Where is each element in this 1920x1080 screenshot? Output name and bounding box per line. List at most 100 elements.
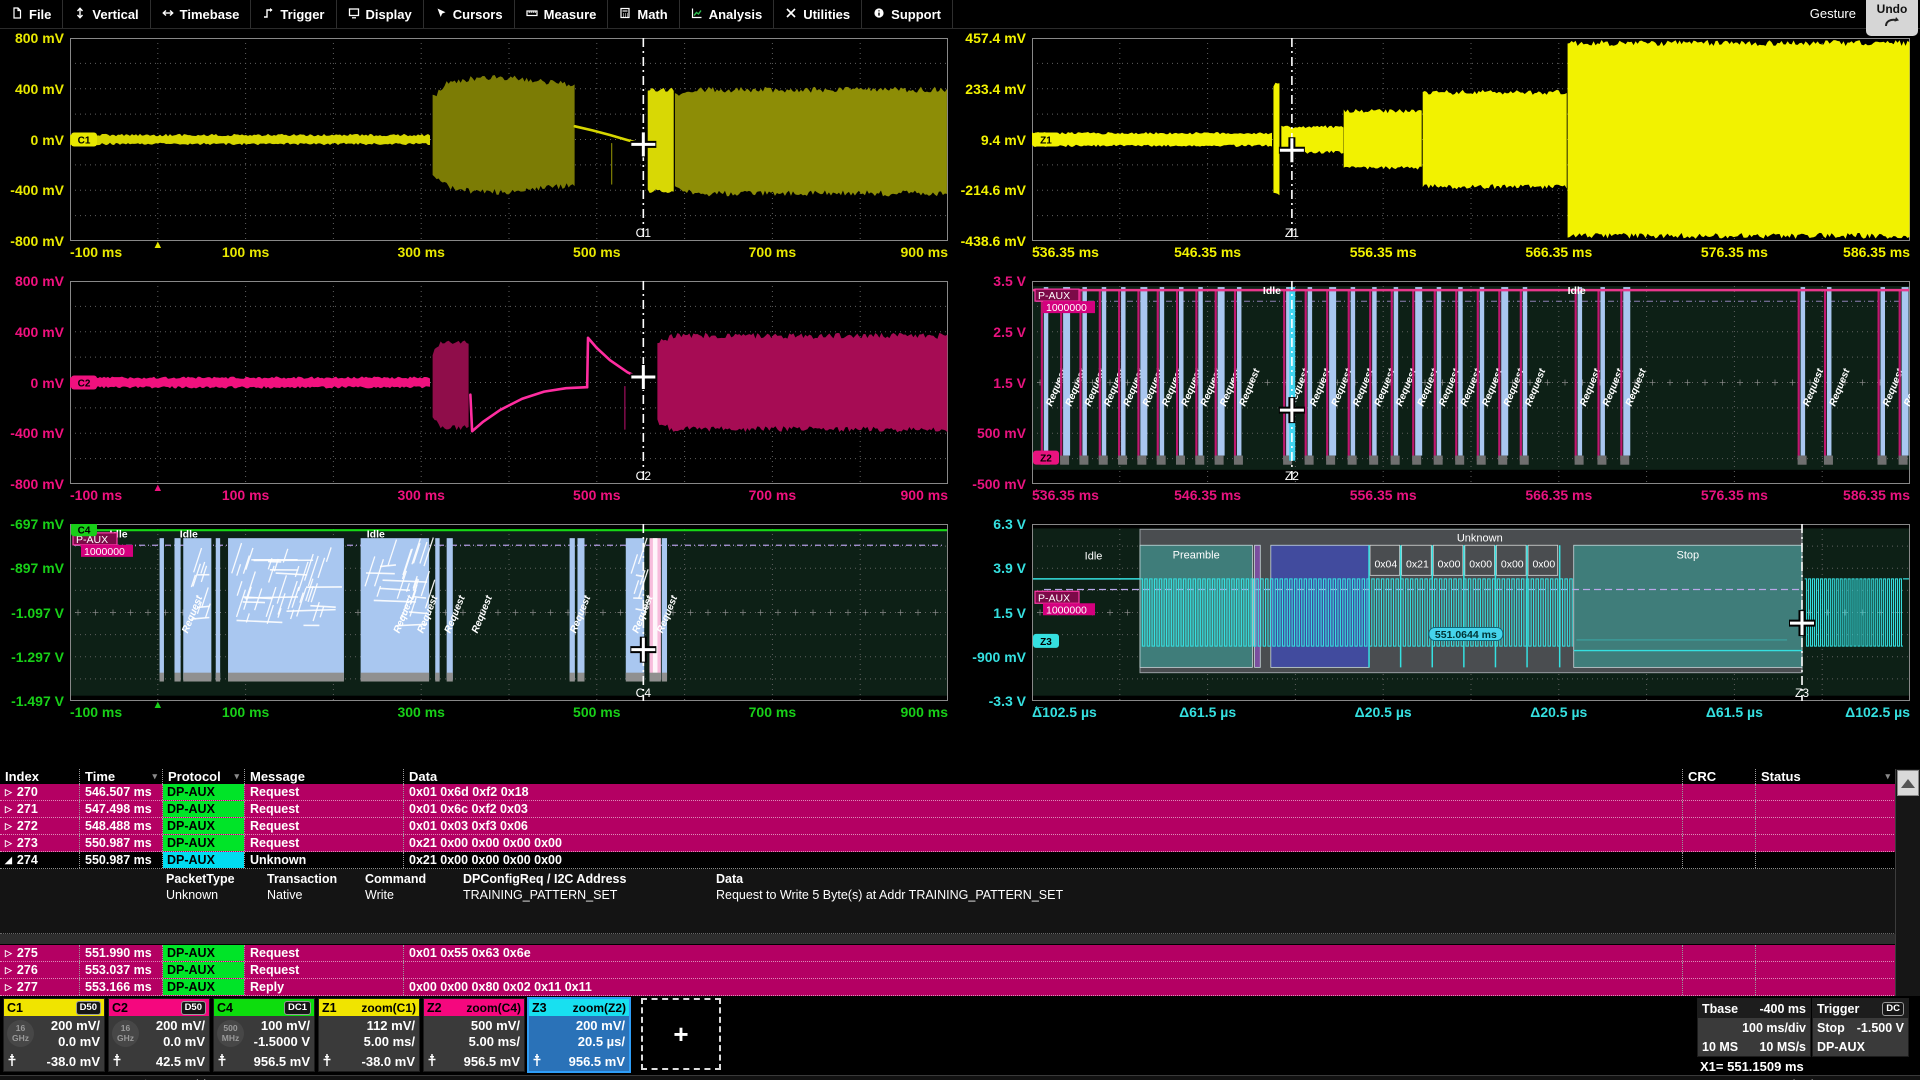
expand-arrow-icon[interactable]: ▷ <box>5 787 12 798</box>
expand-arrow-icon[interactable]: ▷ <box>5 948 12 959</box>
waveform-plot-c1[interactable]: C1C1 <box>70 38 948 241</box>
svg-text:Z2: Z2 <box>1285 469 1299 483</box>
table-row[interactable]: ▷275551.990 msDP-AUXRequest0x01 0x55 0x6… <box>0 945 1920 962</box>
sort-arrow-icon[interactable]: ▾ <box>152 771 157 782</box>
descriptor-title: Z2 <box>427 1001 442 1015</box>
trigger-position-marker[interactable]: ▲ <box>152 699 163 711</box>
y-axis-label: -1.097 V <box>11 605 64 621</box>
trigger-position-marker[interactable]: ▲ <box>152 482 163 494</box>
add-trace-button[interactable]: + <box>641 998 721 1070</box>
cell-status <box>1756 784 1896 800</box>
expand-arrow-icon[interactable]: ▷ <box>5 965 12 976</box>
cursor-readout-x1: X1= 551.1509 ms <box>1700 1059 1804 1074</box>
x-axis-label: 586.35 ms <box>1843 244 1910 260</box>
waveform-plot-c2[interactable]: C2C2 <box>70 281 948 484</box>
cursor-cross-icon <box>7 1053 17 1070</box>
descriptor-Z1[interactable]: Z1zoom(C1)112 mV/5.00 ms/-38.0 mV <box>318 998 420 1072</box>
index-value: 272 <box>17 819 38 833</box>
descriptor-C4[interactable]: C4DC1500MHz100 mV/-1.5000 V956.5 mV <box>213 998 315 1072</box>
y-axis-z1: 457.4 mV233.4 mV9.4 mV-214.6 mV-438.6 mV <box>950 38 1032 241</box>
menu-item-label: Timebase <box>180 7 240 22</box>
table-row[interactable]: ▷277553.166 msDP-AUXReply0x00 0x00 0x80 … <box>0 979 1920 996</box>
channel-badge-Z1[interactable]: Z1 <box>1033 133 1059 147</box>
plot-z1[interactable]: Z1 Z1 <box>1032 38 1910 241</box>
menu-item-math[interactable]: Math <box>608 0 679 28</box>
sort-arrow-icon[interactable]: ▾ <box>234 771 239 782</box>
column-header-status[interactable]: Status ▾ <box>1756 769 1896 784</box>
menu-item-timebase[interactable]: Timebase <box>151 0 252 28</box>
cell-index: ▷ 272 <box>0 818 80 834</box>
menu-item-file[interactable]: File <box>0 0 63 28</box>
column-header-label: Status <box>1761 769 1801 784</box>
scroll-up-button[interactable] <box>1897 770 1919 796</box>
expand-arrow-icon[interactable]: ▷ <box>5 982 12 993</box>
column-header-index[interactable]: Index <box>0 769 80 784</box>
table-row[interactable]: ▷272548.488 msDP-AUXRequest0x01 0x03 0xf… <box>0 818 1920 835</box>
menu-item-trigger[interactable]: Trigger <box>251 0 336 28</box>
waveform-plot-z2[interactable]: RequestRequestRequestRequestRequestReque… <box>1032 281 1910 484</box>
cell-message: Unknown <box>245 852 404 868</box>
channel-badge-C4[interactable]: C4 <box>71 524 97 536</box>
svg-text:Z2: Z2 <box>1040 454 1052 465</box>
expand-arrow-icon[interactable]: ▷ <box>5 804 12 815</box>
svg-text:C1: C1 <box>78 136 91 147</box>
descriptor-title: Z3 <box>532 1001 547 1015</box>
y-axis-label: 457.4 mV <box>965 30 1026 46</box>
table-row[interactable]: ◢274550.987 msDP-AUXUnknown0x21 0x00 0x0… <box>0 852 1920 869</box>
table-row[interactable]: ▷273550.987 msDP-AUXRequest0x21 0x00 0x0… <box>0 835 1920 852</box>
channel-badge-Z2[interactable]: Z2 <box>1033 451 1059 465</box>
expand-arrow-icon[interactable]: ▷ <box>5 821 12 832</box>
trigger-position-marker[interactable]: ▲ <box>152 239 163 251</box>
menu-item-utilities[interactable]: Utilities <box>774 0 862 28</box>
channel-badge-C1[interactable]: C1 <box>71 133 97 147</box>
sort-arrow-icon[interactable]: ▾ <box>1885 771 1890 782</box>
table-scrollbar[interactable] <box>1895 769 1920 996</box>
channel-badge-Z3[interactable]: Z3 <box>1033 634 1059 648</box>
waveform-plot-z3[interactable]: UnknownPreambleStop0x040x210x000x000x000… <box>1032 524 1910 701</box>
descriptor-C1[interactable]: C1D5016GHz200 mV/0.0 mV-38.0 mV <box>3 998 105 1072</box>
table-row[interactable]: ▷271547.498 msDP-AUXRequest0x01 0x6c 0xf… <box>0 801 1920 818</box>
column-header-time[interactable]: Time▾ <box>80 769 163 784</box>
column-header-message[interactable]: Message <box>245 769 404 784</box>
descriptor-Z3[interactable]: Z3zoom(Z2)200 mV/20.5 µs/956.5 mV <box>527 997 631 1073</box>
menu-item-vertical[interactable]: Vertical <box>63 0 150 28</box>
plot-c4[interactable]: IdleIdleIdleRequestRequestRequestRequest… <box>70 524 948 701</box>
y-axis-label: 800 mV <box>15 273 64 289</box>
menu-item-support[interactable]: Support <box>862 0 953 28</box>
column-header-crc[interactable]: CRC <box>1683 769 1756 784</box>
undo-button[interactable]: Undo <box>1866 0 1918 36</box>
menu-item-display[interactable]: Display <box>337 0 424 28</box>
trigger-level: -1.500 V <box>1857 1021 1904 1035</box>
column-header-protocol[interactable]: Protocol▾ <box>163 769 245 784</box>
cell-message: Request <box>245 945 404 961</box>
menu-item-cursors[interactable]: Cursors <box>424 0 515 28</box>
trigger-box[interactable]: Trigger DC Stop -1.500 V DP-AUX <box>1812 998 1909 1057</box>
x-axis-label: 300 ms <box>397 704 444 720</box>
table-row[interactable]: ▷270546.507 msDP-AUXRequest0x01 0x6d 0xf… <box>0 784 1920 801</box>
column-header-data[interactable]: Data <box>404 769 1683 784</box>
waveform-grid-area: 800 mV400 mV0 mV-400 mV-800 mVC1C1-100 m… <box>0 29 1920 769</box>
menu-item-analysis[interactable]: Analysis <box>680 0 774 28</box>
svg-text:Z1: Z1 <box>1285 226 1299 240</box>
detail-value: TRAINING_PATTERN_SET <box>463 888 617 902</box>
channel-badge-C2[interactable]: C2 <box>71 376 97 390</box>
x-axis-c2: -100 ms100 ms300 ms500 ms700 ms900 ms▲ <box>70 484 948 506</box>
expand-arrow-icon[interactable]: ▷ <box>5 838 12 849</box>
menu-item-measure[interactable]: Measure <box>515 0 609 28</box>
detail-value: Request to Write 5 Byte(s) at Addr TRAIN… <box>716 888 1063 902</box>
plot-c2[interactable]: C2C2 <box>70 281 948 484</box>
plot-z3[interactable]: UnknownPreambleStop0x040x210x000x000x000… <box>1032 524 1910 701</box>
timebase-icon <box>162 7 174 22</box>
input-coupling-badge: D50 <box>181 1001 206 1015</box>
cell-data: 0x01 0x6c 0xf2 0x03 <box>404 801 1683 817</box>
plot-c1[interactable]: C1C1 <box>70 38 948 241</box>
descriptor-C2[interactable]: C2D5016GHz200 mV/0.0 mV42.5 mV <box>108 998 210 1072</box>
descriptor-Z2[interactable]: Z2zoom(C4)500 mV/5.00 ms/956.5 mV <box>423 998 525 1072</box>
plot-z2[interactable]: RequestRequestRequestRequestRequestReque… <box>1032 281 1910 484</box>
waveform-plot-z1[interactable]: Z1 Z1 <box>1032 38 1910 241</box>
collapse-arrow-icon[interactable]: ◢ <box>5 855 12 866</box>
waveform-plot-c4[interactable]: IdleIdleIdleRequestRequestRequestRequest… <box>70 524 948 701</box>
timebase-box[interactable]: Tbase -400 ms 100 ms/div 10 MS 10 MS/s <box>1697 998 1811 1057</box>
cell-index: ▷273 <box>0 835 80 851</box>
table-row[interactable]: ▷276553.037 msDP-AUXRequest <box>0 962 1920 979</box>
